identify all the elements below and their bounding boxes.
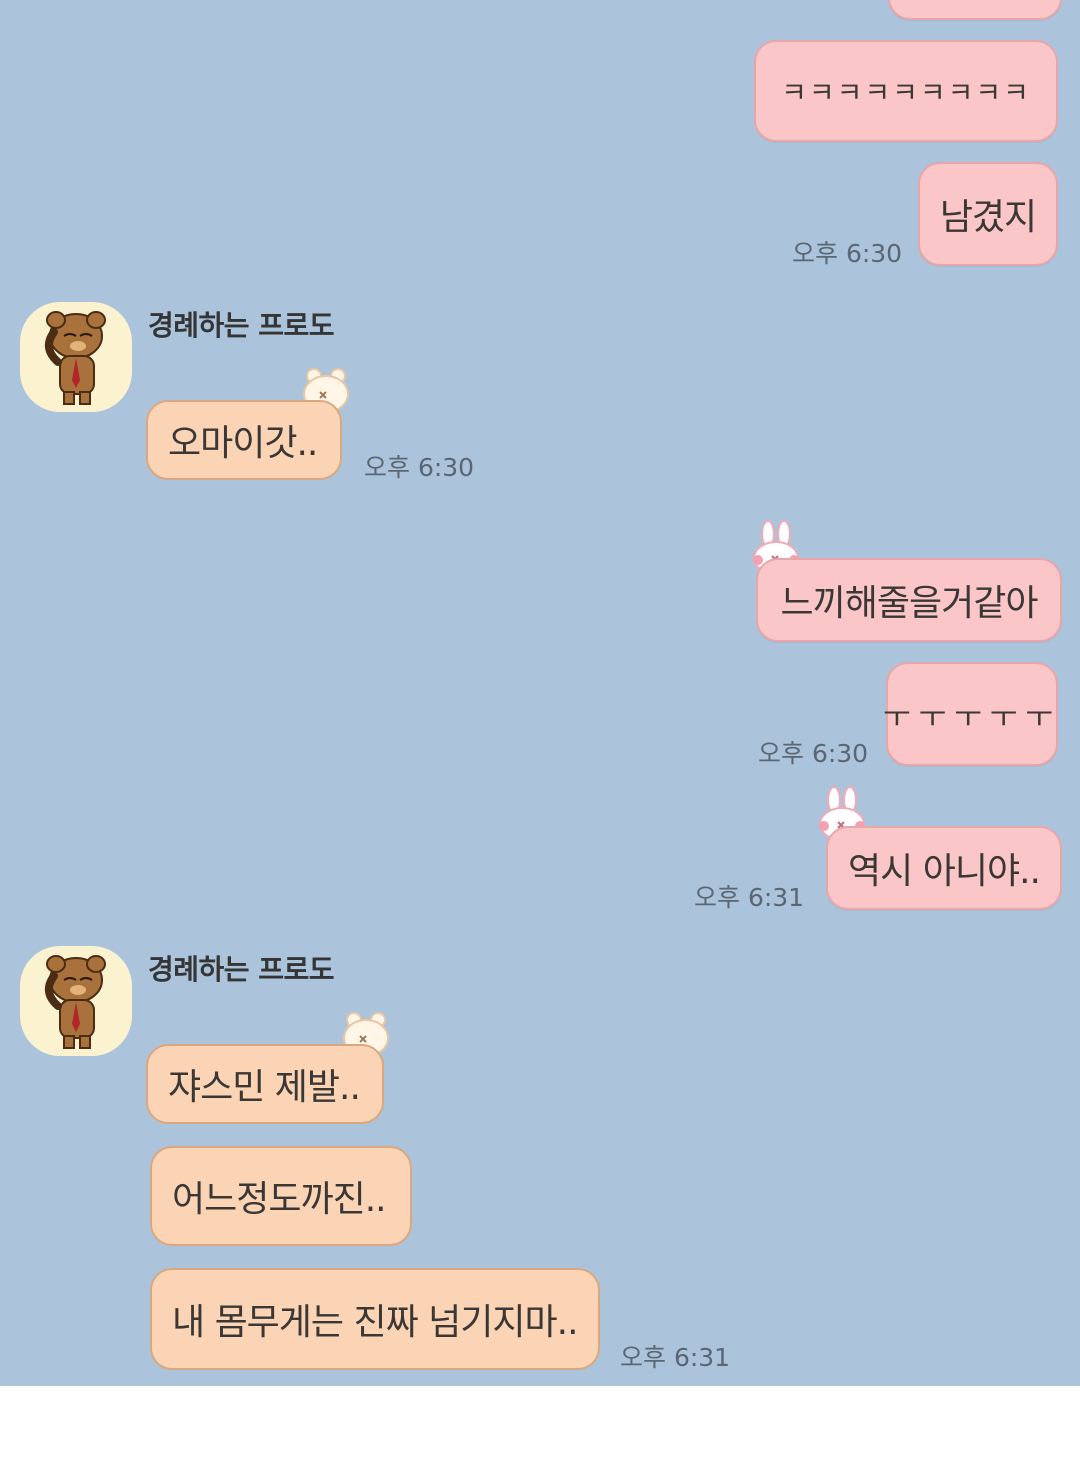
outgoing-message[interactable]: 역시 아니야.. <box>826 826 1062 910</box>
message-text: 쟈스민 제발.. <box>168 1067 361 1108</box>
message-text: ㅋㅋㅋㅋㅋㅋㅋㅋㅋ <box>781 76 1031 109</box>
message-timestamp: 오후 6:30 <box>792 239 903 268</box>
sender-name: 경례하는 프로도 <box>148 309 335 342</box>
outgoing-bubble-partial[interactable] <box>888 0 1062 20</box>
incoming-message[interactable]: 어느정도까진.. <box>150 1146 412 1246</box>
incoming-message[interactable]: 내 몸무게는 진짜 넘기지마.. <box>150 1268 600 1370</box>
outgoing-message[interactable]: ㅜㅜㅜㅜㅜ <box>883 662 1061 766</box>
frodo-saluting-avatar-icon <box>44 955 106 1049</box>
outgoing-message[interactable]: 남겼지 <box>918 162 1058 266</box>
message-timestamp: 오후 6:30 <box>364 453 475 482</box>
message-text: 어느정도까진.. <box>172 1179 387 1220</box>
message-text: 내 몸무게는 진짜 넘기지마.. <box>172 1302 579 1343</box>
message-text: ㅜㅜㅜㅜㅜ <box>883 700 1061 735</box>
incoming-message[interactable]: 쟈스민 제발.. <box>146 1044 384 1124</box>
outgoing-message[interactable]: ㅋㅋㅋㅋㅋㅋㅋㅋㅋ <box>754 40 1058 142</box>
frodo-saluting-avatar-icon <box>44 311 106 405</box>
sender-avatar[interactable] <box>20 302 132 412</box>
message-text: 느끼해줄을거같아 <box>780 583 1039 624</box>
sender-avatar[interactable] <box>20 946 132 1056</box>
message-timestamp: 오후 6:31 <box>694 883 805 912</box>
incoming-message[interactable]: 오마이갓.. <box>146 400 342 480</box>
message-timestamp: 오후 6:31 <box>620 1343 731 1372</box>
message-text: 남겼지 <box>939 197 1037 238</box>
chat-area[interactable]: ㅋㅋㅋㅋㅋㅋㅋㅋㅋ 남겼지 오후 6:30 경례하는 프로도 오마이갓.. 오후… <box>0 0 1080 1386</box>
outgoing-message[interactable]: 느끼해줄을거같아 <box>756 558 1062 642</box>
message-text: 역시 아니야.. <box>848 851 1041 892</box>
message-text: 오마이갓.. <box>168 423 318 464</box>
message-timestamp: 오후 6:30 <box>758 739 869 768</box>
sender-name: 경례하는 프로도 <box>148 953 335 986</box>
